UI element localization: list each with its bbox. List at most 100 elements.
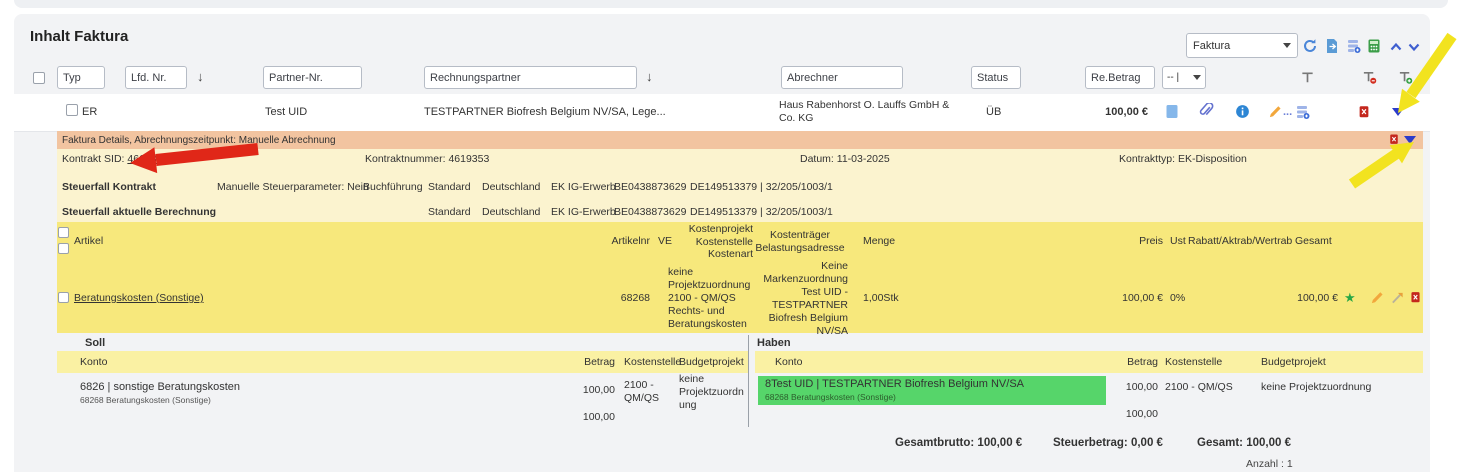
- top-strip: [14, 0, 1448, 8]
- filter-icon[interactable]: [1300, 70, 1316, 86]
- haben-kostenstelle: 2100 - QM/QS: [1165, 381, 1233, 394]
- ustid2: DE149513379 | 32/205/1003/1: [690, 206, 833, 219]
- row-amount: 100,00 €: [1060, 106, 1148, 119]
- select-all-articles-checkbox-2[interactable]: [58, 243, 69, 254]
- favorite-star-icon: ★: [1344, 291, 1356, 304]
- article-ust: 0%: [1170, 292, 1185, 305]
- filter-add-icon[interactable]: [1398, 70, 1414, 86]
- datum: Datum: 11-03-2025: [800, 153, 890, 166]
- kontrakt-sid-link[interactable]: 4619353: [127, 153, 168, 165]
- col-ust: Ust: [1170, 235, 1186, 248]
- abrechner-filter-input[interactable]: [781, 66, 903, 89]
- inhalt-faktura-screen: Inhalt Faktura Faktura ↓ ↓ -- |: [0, 0, 1462, 472]
- select-all-articles-checkbox[interactable]: [58, 227, 69, 238]
- status-filter-input[interactable]: [971, 66, 1021, 89]
- ustid1: BE0438873629: [614, 206, 686, 219]
- amount-operator-value: -- |: [1167, 72, 1179, 83]
- chevron-down-icon: [1193, 75, 1201, 80]
- erwerb: EK IG-Erwerb: [551, 181, 616, 194]
- row-checkbox[interactable]: [66, 104, 78, 116]
- view-select-value: Faktura: [1193, 40, 1230, 52]
- ustid1: BE0438873629: [614, 181, 686, 194]
- collapse-triangle-icon[interactable]: [1404, 136, 1416, 144]
- sort-desc-icon[interactable]: ↓: [197, 70, 204, 83]
- col-menge: Menge: [863, 235, 895, 248]
- article-gesamt: 100,00 €: [1278, 292, 1338, 305]
- sort-desc-icon[interactable]: ↓: [646, 70, 653, 83]
- expand-all-icon[interactable]: [1406, 39, 1422, 55]
- kontrakttyp: Kontrakttyp: EK-Disposition: [1119, 153, 1247, 166]
- rebetrag-filter-input[interactable]: [1085, 66, 1155, 89]
- total-steuerbetrag: Steuerbetrag: 0,00 €: [1053, 437, 1163, 450]
- filter-remove-icon[interactable]: [1362, 70, 1378, 86]
- total-gesamt: Gesamt: 100,00 €: [1197, 437, 1291, 450]
- refresh-icon[interactable]: [1302, 38, 1318, 54]
- chevron-down-icon: [1283, 43, 1291, 48]
- kontrakt-sid-label: Kontrakt SID:: [62, 153, 124, 165]
- collapse-all-icon[interactable]: [1388, 39, 1404, 55]
- soll-col-budgetprojekt: Budgetprojekt: [679, 356, 744, 369]
- col-preis: Preis: [1120, 235, 1163, 248]
- trash-icon[interactable]: [1388, 132, 1404, 148]
- steuerparameter: Manuelle Steuerparameter: Nein: [217, 181, 369, 194]
- quick-edit-icon[interactable]: [1390, 290, 1406, 306]
- rechnungspartner-filter-input[interactable]: [424, 66, 637, 89]
- select-all-checkbox[interactable]: [33, 72, 45, 84]
- haben-col-betrag: Betrag: [1118, 356, 1158, 369]
- article-kostentraeger: Keine Markenzuordnung Test UID - TESTPAR…: [752, 260, 848, 338]
- haben-betrag: 100,00: [1118, 381, 1158, 394]
- haben-konto: 8Test UID | TESTPARTNER Biofresh Belgium…: [765, 378, 1024, 391]
- haben-col-konto: Konto: [775, 356, 802, 369]
- lfdnr-filter-input[interactable]: [125, 66, 187, 89]
- haben-col-budgetprojekt: Budgetprojekt: [1261, 356, 1326, 369]
- row-typ: ER: [82, 106, 97, 119]
- ustid2: DE149513379 | 32/205/1003/1: [690, 181, 833, 194]
- soll-col-betrag: Betrag: [575, 356, 615, 369]
- soll-budgetprojekt: keine Projektzuordn ung: [679, 373, 744, 412]
- amount-operator-select[interactable]: -- |: [1162, 66, 1206, 89]
- article-name-link[interactable]: Beratungskosten (Sonstige): [74, 292, 204, 305]
- invoice-row[interactable]: [14, 94, 1430, 132]
- article-menge: 1,00Stk: [863, 292, 899, 305]
- copy-rows-icon[interactable]: [1346, 38, 1362, 54]
- document-icon[interactable]: [1165, 104, 1181, 120]
- view-select[interactable]: Faktura: [1186, 33, 1298, 58]
- steuerfall-berechnung-label: Steuerfall aktuelle Berechnung: [62, 206, 216, 219]
- article-row-checkbox[interactable]: [58, 292, 69, 303]
- expand-triangle-icon[interactable]: [1392, 108, 1404, 116]
- buchfuehrung: Buchführung: [363, 181, 423, 194]
- info-icon[interactable]: [1235, 104, 1251, 120]
- anzahl: Anzahl : 1: [1246, 458, 1293, 471]
- calculator-icon[interactable]: [1366, 38, 1382, 54]
- col-artikel: Artikel: [74, 235, 103, 248]
- kontraktnummer: Kontraktnummer: 4619353: [365, 153, 489, 166]
- more-ellipsis[interactable]: ...: [1283, 106, 1292, 118]
- soll-konto: 6826 | sonstige Beratungskosten: [80, 381, 240, 394]
- kontrakt-sid: Kontrakt SID: 4619353: [62, 153, 168, 166]
- partnernr-filter-input[interactable]: [263, 66, 362, 89]
- trash-icon[interactable]: [1357, 104, 1373, 120]
- haben-konto-sub: 68268 Beratungskosten (Sonstige): [765, 391, 896, 404]
- typ-filter-input[interactable]: [57, 66, 105, 89]
- export-icon[interactable]: [1324, 38, 1340, 54]
- verfahren: Standard: [428, 206, 471, 219]
- copy-rows-icon[interactable]: [1295, 104, 1311, 120]
- details-banner-text: Faktura Details, Abrechnungszeitpunkt: M…: [62, 134, 336, 147]
- row-abrechner: Haus Rabenhorst O. Lauffs GmbH & Co. KG: [779, 99, 957, 125]
- total-gesamtbrutto: Gesamtbrutto: 100,00 €: [895, 437, 1022, 450]
- verfahren: Standard: [428, 181, 471, 194]
- row-partner-nr: Test UID: [265, 106, 307, 119]
- trash-icon[interactable]: [1409, 290, 1425, 306]
- haben-sum: 100,00: [1118, 408, 1158, 421]
- article-preis: 100,00 €: [1100, 292, 1163, 305]
- soll-kostenstelle: 2100 - QM/QS: [624, 379, 659, 405]
- page-title: Inhalt Faktura: [30, 30, 128, 43]
- soll-title: Soll: [85, 337, 105, 350]
- erwerb: EK IG-Erwerb: [551, 206, 616, 219]
- col-kostentraeger: Kostenträger Belastungsadresse: [752, 229, 848, 254]
- col-gesamt: Gesamt: [1295, 235, 1332, 248]
- pencil-icon[interactable]: [1370, 290, 1386, 306]
- pencil-icon[interactable]: [1268, 104, 1284, 120]
- paperclip-icon[interactable]: [1198, 103, 1214, 119]
- haben-title: Haben: [757, 337, 791, 350]
